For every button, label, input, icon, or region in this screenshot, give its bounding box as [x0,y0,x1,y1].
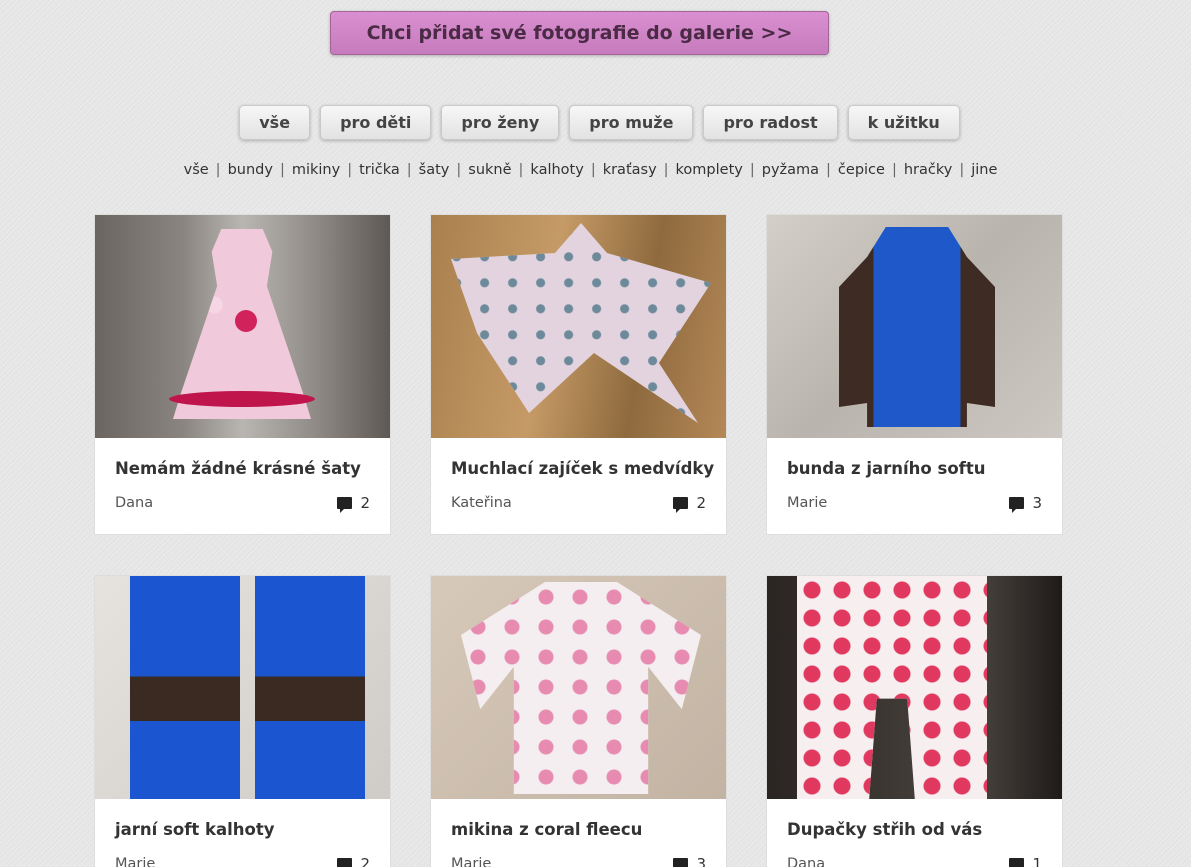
gallery-card[interactable]: Muchlací zajíček s medvídky Kateřina 2 [430,214,727,535]
gallery-card-author: Marie [115,856,156,867]
gallery-card-meta: Marie 2 [115,855,370,867]
category-button-fun[interactable]: pro radost [703,105,838,140]
separator: | [663,162,669,178]
gallery-card-author: Marie [787,495,828,511]
subcategory-links: vše | bundy | mikiny | trička | šaty | s… [0,162,1191,178]
gallery-card-author: Dana [787,856,826,867]
subcategory-link-hoodies[interactable]: mikiny [292,162,340,178]
gallery-photo[interactable] [95,215,390,438]
gallery-photo[interactable] [767,215,1062,438]
separator: | [826,162,831,178]
comment-count-value: 1 [1032,855,1042,867]
comment-count-value: 3 [1032,494,1042,512]
category-button-women[interactable]: pro ženy [441,105,560,140]
pants-left-leg [130,576,240,799]
comment-count: 1 [1009,855,1042,867]
category-button-men[interactable]: pro muže [569,105,694,140]
fleece-jacket-shape [461,582,701,794]
subcategory-link-pajamas[interactable]: pyžama [762,162,819,178]
comment-count-value: 2 [696,494,706,512]
gallery-card[interactable]: Dupačky střih od vás Dana 1 [766,575,1063,867]
gallery-card-title[interactable]: Dupačky střih od vás [787,820,1062,839]
gallery-card-meta: Marie 3 [451,855,706,867]
comment-count-value: 2 [360,494,370,512]
gallery-card-meta: Marie 3 [787,494,1042,513]
gallery-photo[interactable] [431,215,726,438]
comment-count-value: 3 [696,855,706,867]
subcategory-link-jackets[interactable]: bundy [228,162,273,178]
separator: | [590,162,596,178]
comment-count: 2 [673,494,706,513]
category-button-useful[interactable]: k užitku [847,105,960,140]
gallery-photo[interactable] [431,576,726,799]
comment-count-value: 2 [360,855,370,867]
gallery-photo[interactable] [95,576,390,799]
comment-icon [337,497,353,513]
comforter-shape [451,223,711,423]
flower-decoration [235,310,257,332]
separator: | [347,162,353,178]
separator: | [406,162,412,178]
comment-icon [673,497,689,513]
subcategory-link-skirts[interactable]: sukně [468,162,511,178]
subcategory-link-tshirts[interactable]: trička [359,162,400,178]
separator: | [215,162,221,178]
subcategory-link-shorts[interactable]: kraťasy [603,162,657,178]
comment-icon [337,858,353,867]
gallery-photo[interactable] [767,576,1062,799]
dress-hem [169,391,315,407]
gallery-card-title[interactable]: Muchlací zajíček s medvídky [451,459,726,478]
gallery-card-author: Marie [451,856,492,867]
gallery-card-title[interactable]: mikina z coral fleecu [451,820,726,839]
gallery-card[interactable]: mikina z coral fleecu Marie 3 [430,575,727,867]
gallery-grid: Nemám žádné krásné šaty Dana 2 Muchlací … [94,214,1063,867]
gallery-card[interactable]: Nemám žádné krásné šaty Dana 2 [94,214,391,535]
subcategory-link-hats[interactable]: čepice [838,162,885,178]
gallery-card-author: Dana [115,495,154,511]
gallery-card-meta: Dana 2 [115,494,370,513]
gallery-card[interactable]: jarní soft kalhoty Marie 2 [94,575,391,867]
separator: | [891,162,897,178]
gallery-card[interactable]: bunda z jarního softu Marie 3 [766,214,1063,535]
separator: | [749,162,755,178]
romper-shape [797,576,987,799]
subcategory-link-trousers[interactable]: kalhoty [530,162,583,178]
category-button-all[interactable]: vše [239,105,311,140]
gallery-card-author: Kateřina [451,495,512,511]
category-buttons: vše pro děti pro ženy pro muže pro rados… [0,105,1191,140]
gallery-card-title[interactable]: Nemám žádné krásné šaty [115,459,390,478]
subcategory-link-toys[interactable]: hračky [904,162,952,178]
jacket-shape [839,227,995,427]
gallery-card-meta: Dana 1 [787,855,1042,867]
comment-count: 3 [1009,494,1042,513]
subcategory-link-other[interactable]: jine [971,162,997,178]
separator: | [279,162,285,178]
category-button-kids[interactable]: pro děti [320,105,432,140]
comment-icon [1009,858,1025,867]
comment-count: 2 [337,494,370,513]
separator: | [959,162,965,178]
gallery-card-meta: Kateřina 2 [451,494,706,513]
comment-icon [1009,497,1025,513]
separator: | [518,162,524,178]
add-photos-button[interactable]: Chci přidat své fotografie do galerie >> [330,11,829,55]
subcategory-link-all[interactable]: vše [184,162,209,178]
comment-count: 2 [337,855,370,867]
subcategory-link-sets[interactable]: komplety [676,162,743,178]
comment-count: 3 [673,855,706,867]
subcategory-link-dresses[interactable]: šaty [419,162,450,178]
gallery-card-title[interactable]: bunda z jarního softu [787,459,1062,478]
pants-right-leg [255,576,365,799]
separator: | [456,162,462,178]
comment-icon [673,858,689,867]
gallery-card-title[interactable]: jarní soft kalhoty [115,820,390,839]
